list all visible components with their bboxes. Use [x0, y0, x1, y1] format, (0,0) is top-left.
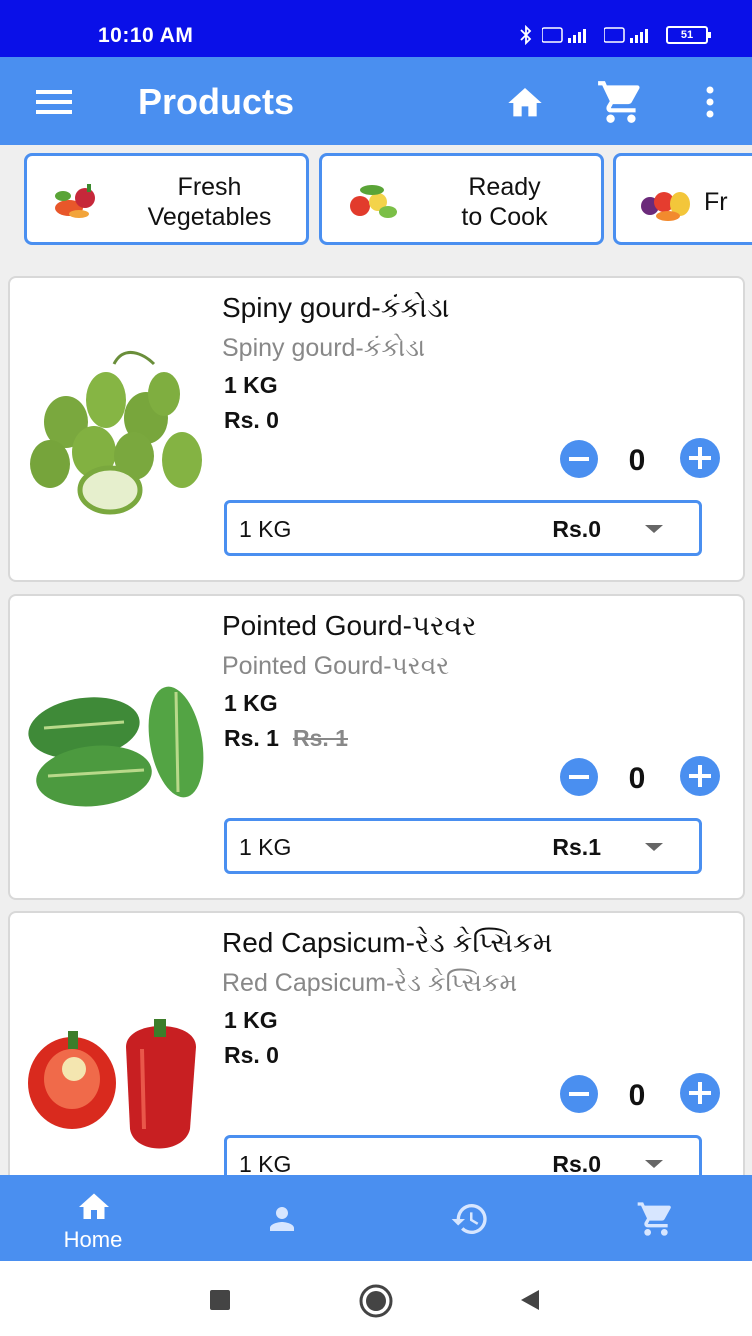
- nav-item-home[interactable]: Home: [0, 1175, 188, 1261]
- person-icon: [270, 1207, 294, 1231]
- dropdown-unit: 1 KG: [239, 1151, 292, 1175]
- chevron-down-icon: [645, 1160, 663, 1168]
- fruits-thumbnail: [641, 192, 690, 221]
- system-navigation-bar: [0, 1261, 752, 1336]
- price-value: Rs. 0: [224, 407, 279, 433]
- product-price: Rs. 0: [224, 1042, 279, 1069]
- decrease-quantity-button[interactable]: [560, 1075, 598, 1113]
- decrease-quantity-button[interactable]: [560, 758, 598, 796]
- bluetooth-icon: [520, 25, 532, 45]
- content-area[interactable]: Fresh Vegetables Ready to Cook Fr Spiny …: [0, 145, 752, 1175]
- dropdown-unit: 1 KG: [239, 516, 292, 542]
- menu-icon[interactable]: [36, 90, 72, 114]
- product-card[interactable]: Spiny gourd-કંકોડા Spiny gourd-કંકોડા 1 …: [8, 276, 745, 582]
- category-strip[interactable]: Fresh Vegetables Ready to Cook Fr: [0, 145, 752, 255]
- status-icons: 51: [520, 24, 711, 46]
- bottom-navigation: Home: [0, 1175, 752, 1261]
- signal-icon: [542, 25, 594, 45]
- nav-item-profile[interactable]: [188, 1175, 376, 1261]
- product-name: Spiny gourd-કંકોડા: [222, 292, 450, 323]
- cart-icon: [637, 1202, 671, 1236]
- increase-quantity-button[interactable]: [680, 438, 720, 478]
- variant-dropdown[interactable]: 1 KG Rs.0: [224, 1135, 702, 1175]
- price-value: Rs. 1: [224, 725, 279, 751]
- product-unit: 1 KG: [224, 690, 278, 716]
- recents-icon[interactable]: [208, 1288, 232, 1312]
- product-price: Rs. 1 Rs. 1: [224, 725, 348, 752]
- product-card[interactable]: Red Capsicum-રેડ કેપ્સિકમ Red Capsicum-ર…: [8, 911, 745, 1175]
- mrp-strikethrough: Rs. 1: [292, 725, 348, 751]
- category-chip-ready-to-cook[interactable]: Ready to Cook: [319, 153, 604, 245]
- product-unit: 1 KG: [224, 1007, 278, 1033]
- quantity-value: 0: [628, 444, 646, 477]
- dropdown-price: Rs.0: [552, 516, 601, 542]
- product-unit: 1 KG: [224, 372, 278, 398]
- pointed-gourd-image: [28, 686, 204, 807]
- status-time: 10:10 AM: [98, 24, 194, 47]
- category-label: Fr: [704, 188, 728, 216]
- nav-item-cart[interactable]: [564, 1175, 752, 1261]
- history-icon: [451, 1204, 487, 1234]
- quantity-value: 0: [628, 1079, 646, 1112]
- category-label: Ready to Cook: [461, 173, 548, 231]
- vegetables-thumbnail: [55, 184, 95, 218]
- price-value: Rs. 0: [224, 1042, 279, 1068]
- home-icon[interactable]: [505, 83, 545, 123]
- page-title: Products: [138, 81, 295, 122]
- product-card[interactable]: Pointed Gourd-પરવર Pointed Gourd-પરવર 1 …: [8, 594, 745, 900]
- dropdown-unit: 1 KG: [239, 834, 292, 860]
- category-chip-fresh-vegetables[interactable]: Fresh Vegetables: [24, 153, 309, 245]
- signal-icon-2: [604, 25, 656, 45]
- quantity-value: 0: [628, 762, 646, 795]
- more-vert-icon[interactable]: [700, 85, 720, 119]
- dropdown-price: Rs.0: [552, 1151, 601, 1175]
- product-subname: Pointed Gourd-પરવર: [222, 652, 450, 680]
- back-icon[interactable]: [518, 1288, 542, 1312]
- battery-icon: 51: [666, 26, 711, 44]
- variant-dropdown[interactable]: 1 KG Rs.0: [224, 500, 702, 556]
- product-price: Rs. 0: [224, 407, 279, 434]
- cart-icon[interactable]: [596, 77, 646, 127]
- decrease-quantity-button[interactable]: [560, 440, 598, 478]
- red-capsicum-image: [28, 1019, 196, 1149]
- chevron-down-icon: [645, 525, 663, 533]
- product-name: Pointed Gourd-પરવર: [222, 610, 477, 641]
- category-chip-fruits[interactable]: Fr: [613, 153, 752, 245]
- dropdown-price: Rs.1: [552, 834, 601, 860]
- app-bar: Products: [0, 57, 752, 145]
- chevron-down-icon: [645, 843, 663, 851]
- category-label: Fresh Vegetables: [147, 173, 272, 231]
- nav-item-history[interactable]: [376, 1175, 564, 1261]
- variant-dropdown[interactable]: 1 KG Rs.1: [224, 818, 702, 874]
- increase-quantity-button[interactable]: [680, 1073, 720, 1113]
- product-subname: Spiny gourd-કંકોડા: [222, 334, 426, 362]
- increase-quantity-button[interactable]: [680, 756, 720, 796]
- home-icon: [79, 1193, 109, 1219]
- ready-to-cook-thumbnail: [350, 185, 397, 218]
- spiny-gourd-image: [30, 351, 202, 515]
- home-circle-icon[interactable]: [358, 1283, 394, 1319]
- product-name: Red Capsicum-રેડ કેપ્સિકમ: [222, 927, 553, 958]
- status-bar: 10:10 AM 51: [0, 0, 752, 57]
- nav-label: Home: [63, 1227, 123, 1252]
- product-subname: Red Capsicum-રેડ કેપ્સિકમ: [222, 969, 518, 997]
